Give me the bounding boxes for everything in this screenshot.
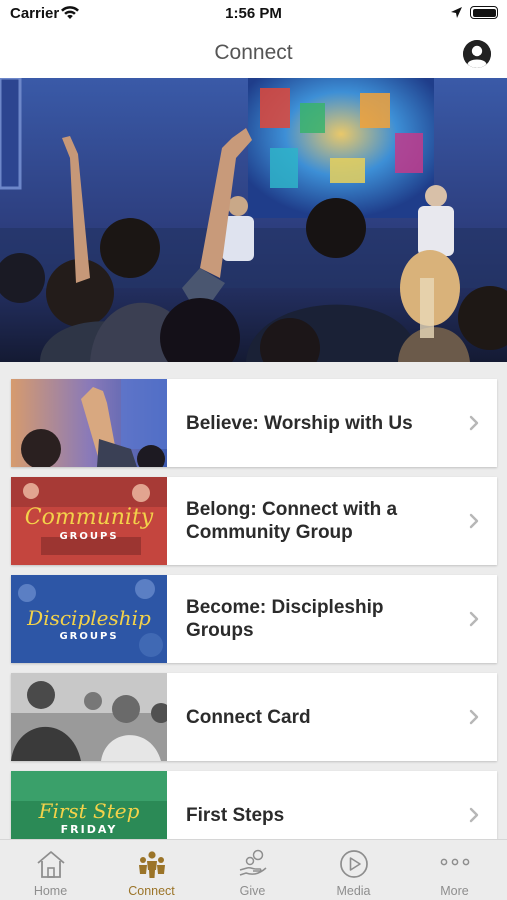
play-circle-icon [340,850,368,878]
status-time: 1:56 PM [225,5,282,22]
chevron-right-icon [469,415,479,431]
tab-home[interactable]: Home [0,840,101,900]
tab-media[interactable]: Media [303,840,404,900]
status-bar: Carrier 1:56 PM [0,0,507,28]
tab-label: Media [336,884,371,898]
home-icon [37,851,65,878]
worship-hero-photo [0,78,507,362]
more-dots-icon [440,858,470,866]
list-item[interactable]: Discipleship GROUPS Become: Discipleship… [11,575,497,663]
tab-connect[interactable]: Connect [101,840,202,900]
battery-icon [470,6,498,19]
thumb-script: First Step [38,799,140,823]
chevron-right-icon [469,807,479,823]
list-item-label: Connect Card [186,706,311,728]
tab-more[interactable]: More [404,840,505,900]
location-arrow-icon [450,6,463,24]
list-item[interactable]: Connect Card [11,673,497,761]
thumb-script: Community [25,505,154,530]
tab-give[interactable]: Give [202,840,303,900]
list-item-label: Become: Discipleship Groups [186,597,384,641]
connect-card-photo [11,673,167,761]
people-group-icon [139,851,165,878]
thumb-caps: FRIDAY [61,823,118,836]
connect-list: Believe: Worship with Us Community GROUP… [0,362,507,839]
user-circle-icon[interactable] [463,40,491,68]
tab-bar: Home Connect Give Media More [0,839,507,900]
chevron-right-icon [469,611,479,627]
nav-bar: Connect [0,28,507,78]
chevron-right-icon [469,513,479,529]
tab-label: More [440,884,469,898]
list-item-label: First Steps [186,804,285,826]
list-item[interactable]: Community GROUPS Belong: Connect with a … [11,477,497,565]
discipleship-groups-photo: Discipleship GROUPS [11,575,167,663]
tab-label: Connect [128,884,175,898]
thumb-caps: GROUPS [59,531,118,542]
community-groups-photo: Community GROUPS [11,477,167,565]
worship-raised-hand-photo [11,379,167,467]
list-item-label: Belong: Connect with a Community Group [186,499,398,543]
thumb-caps: GROUPS [59,631,118,642]
give-hand-coin-icon [239,849,267,876]
list-item[interactable]: First Step FRIDAY First Steps [11,771,497,839]
thumb-script: Discipleship [26,606,151,630]
page-title: Connect [214,41,293,64]
first-step-friday-photo: First Step FRIDAY [11,771,167,839]
list-item-label: Believe: Worship with Us [186,412,413,434]
tab-label: Give [239,884,266,898]
tab-label: Home [33,884,68,898]
chevron-right-icon [469,709,479,725]
list-item[interactable]: Believe: Worship with Us [11,379,497,467]
